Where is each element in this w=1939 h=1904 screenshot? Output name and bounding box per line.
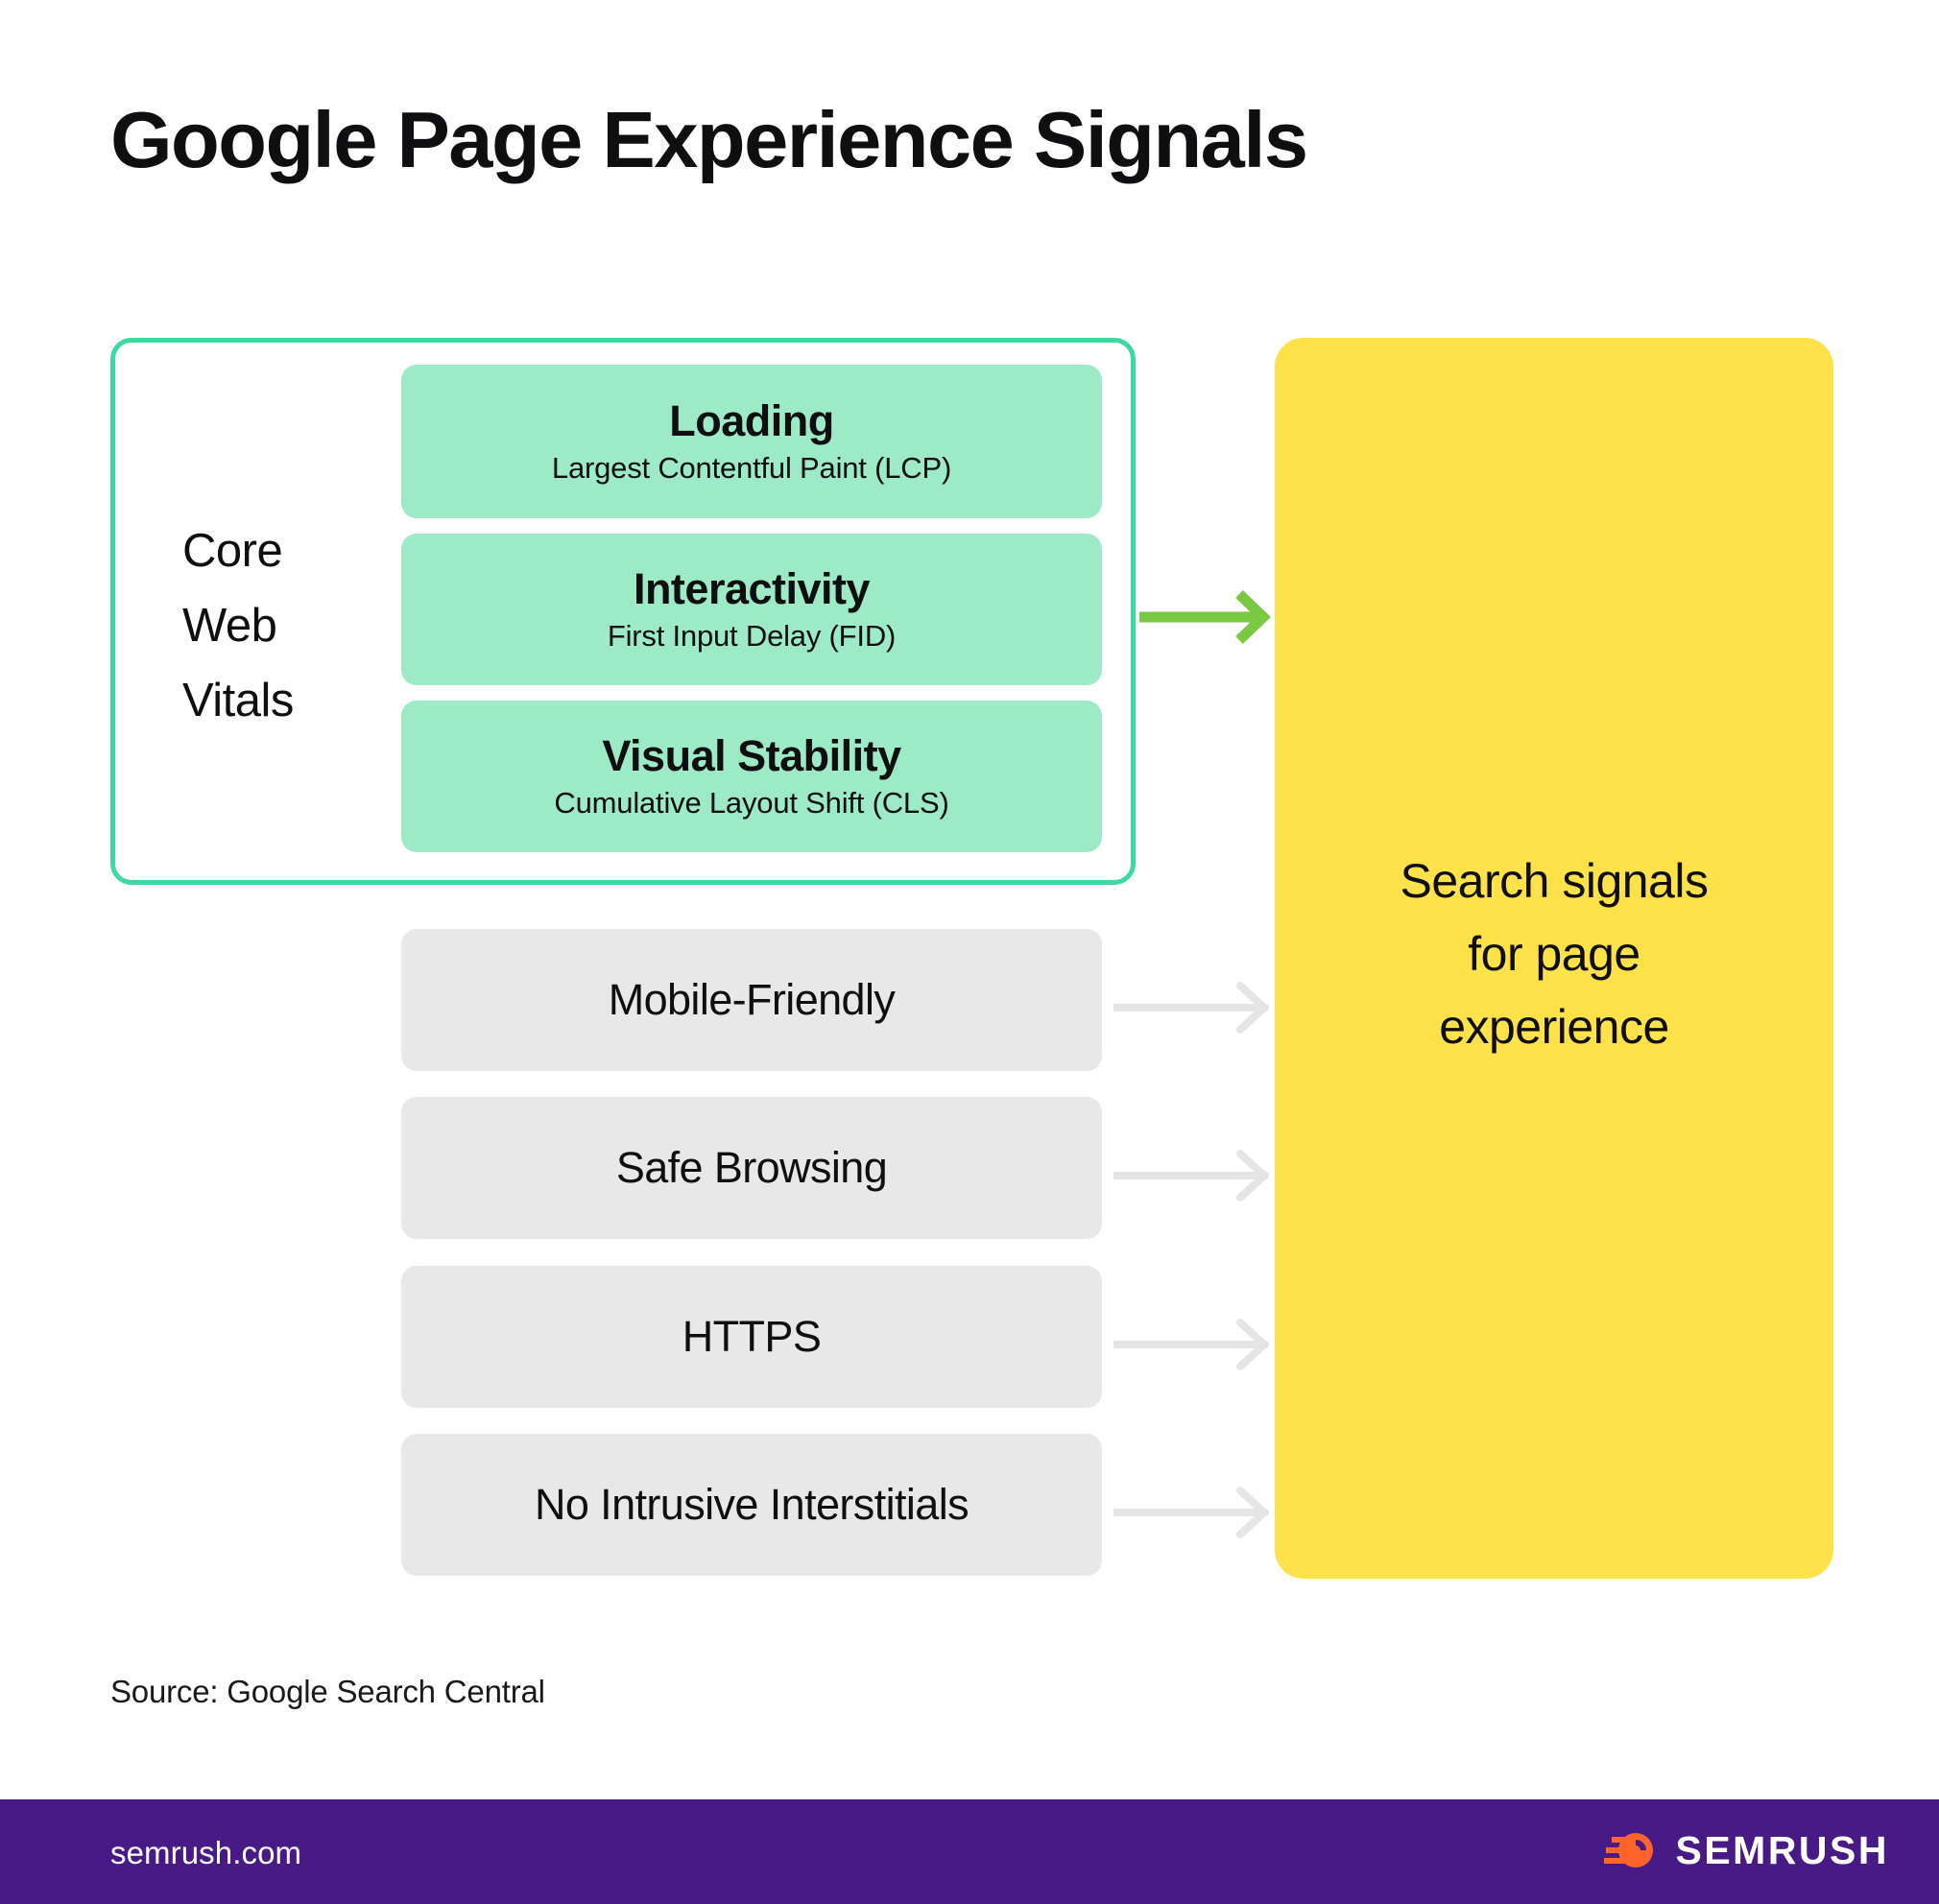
core-web-vitals-label-line2: Web xyxy=(182,600,277,652)
metric-card-visual-stability[interactable]: Visual Stability Cumulative Layout Shift… xyxy=(401,701,1102,852)
core-web-vitals-label: Core Web Vitals xyxy=(182,513,384,738)
metric-title: Interactivity xyxy=(633,563,871,613)
metric-subtitle: Largest Contentful Paint (LCP) xyxy=(551,451,952,486)
search-signals-panel: Search signals for page experience xyxy=(1275,338,1833,1579)
signal-card-mobile-friendly[interactable]: Mobile-Friendly xyxy=(401,929,1102,1071)
signal-label: Safe Browsing xyxy=(615,1143,888,1192)
metric-title: Visual Stability xyxy=(602,730,901,780)
metric-card-loading[interactable]: Loading Largest Contentful Paint (LCP) xyxy=(401,365,1102,518)
signal-arrow-icon xyxy=(1112,977,1277,1043)
semrush-wordmark: SEMRUSH xyxy=(1675,1828,1889,1872)
signal-arrow-icon xyxy=(1112,1482,1277,1548)
search-signals-line1: Search signals xyxy=(1400,853,1709,908)
metric-card-interactivity[interactable]: Interactivity First Input Delay (FID) xyxy=(401,534,1102,685)
search-signals-line3: experience xyxy=(1439,999,1669,1054)
footer-website-url[interactable]: semrush.com xyxy=(110,1835,301,1871)
signal-card-no-intrusive-interstitials[interactable]: No Intrusive Interstitials xyxy=(401,1434,1102,1576)
signal-card-safe-browsing[interactable]: Safe Browsing xyxy=(401,1097,1102,1239)
source-note: Source: Google Search Central xyxy=(110,1674,545,1709)
search-signals-text: Search signals for page experience xyxy=(1400,845,1709,1073)
search-signals-line2: for page xyxy=(1468,926,1640,981)
signal-arrow-icon xyxy=(1112,1145,1277,1211)
page-title: Google Page Experience Signals xyxy=(110,95,1308,184)
signal-arrow-icon xyxy=(1112,1314,1277,1380)
metric-subtitle: Cumulative Layout Shift (CLS) xyxy=(554,786,949,821)
core-web-vitals-label-line1: Core xyxy=(182,525,283,577)
signal-card-https[interactable]: HTTPS xyxy=(401,1266,1102,1408)
infographic-canvas: Google Page Experience Signals Core Web … xyxy=(0,0,1939,1904)
metric-subtitle: First Input Delay (FID) xyxy=(607,619,897,654)
core-web-vitals-arrow-icon xyxy=(1137,583,1277,655)
semrush-logo[interactable]: SEMRUSH xyxy=(1604,1826,1889,1875)
metric-title: Loading xyxy=(669,395,834,445)
signal-label: HTTPS xyxy=(682,1312,822,1361)
signal-label: No Intrusive Interstitials xyxy=(534,1480,970,1529)
semrush-comet-icon xyxy=(1604,1826,1658,1875)
core-web-vitals-label-line3: Vitals xyxy=(182,675,294,726)
signal-label: Mobile-Friendly xyxy=(608,975,896,1024)
